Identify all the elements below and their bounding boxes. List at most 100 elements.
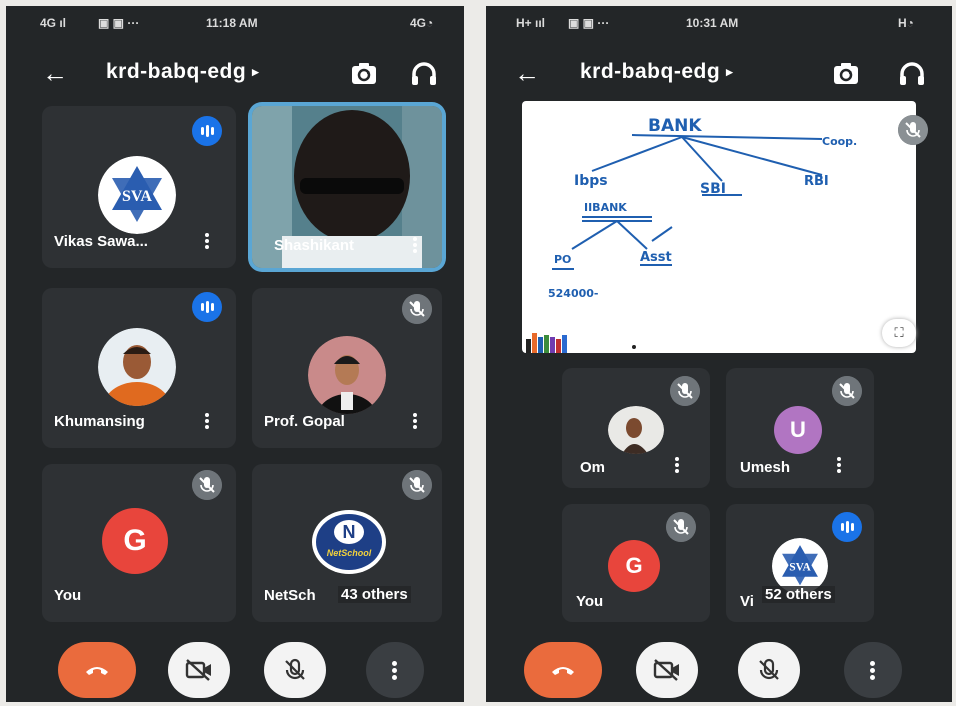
meeting-code[interactable]: krd-babq-edg ▸ [580, 60, 733, 84]
mic-off-icon [832, 376, 862, 406]
more-options-icon[interactable] [412, 412, 418, 432]
participant-name: Umesh [740, 459, 791, 476]
app-bar: ← krd-babq-edg ▸ [6, 50, 464, 98]
meeting-code[interactable]: krd-babq-edg ▸ [106, 60, 259, 84]
svg-text:SVA: SVA [122, 188, 152, 205]
speaking-indicator-icon [192, 292, 222, 322]
participant-name: Prof. Gopal [264, 413, 345, 430]
sva-logo-icon: SVA [98, 156, 176, 234]
fullscreen-icon[interactable]: ⛶ [882, 319, 916, 347]
left-phone-screen: 4G ıl ▣ ▣ ··· 11:18 AM 4G◔ ← krd-babq-ed… [6, 6, 464, 702]
svg-text:SVA: SVA [789, 561, 811, 573]
participant-name: NetSch [264, 587, 316, 604]
others-count[interactable]: 43 others [338, 586, 411, 603]
more-options-icon[interactable] [204, 232, 210, 252]
more-vert-icon [392, 661, 397, 680]
more-options-icon[interactable] [412, 236, 418, 256]
participant-tile[interactable]: Om [562, 368, 710, 488]
mic-off-button[interactable] [264, 642, 326, 698]
network-indicator: 4G ıl [40, 16, 67, 30]
camera-off-button[interactable] [636, 642, 698, 698]
wb-word: IIBANK [584, 201, 627, 214]
mic-off-icon [898, 115, 928, 145]
status-bar: 4G ıl ▣ ▣ ··· 11:18 AM 4G◔ [6, 6, 464, 40]
mic-off-button[interactable] [738, 642, 800, 698]
more-options-button[interactable] [366, 642, 424, 698]
participant-tile[interactable]: Khumansing [42, 288, 236, 448]
battery-indicator: 4G◔ [410, 16, 434, 30]
camera-switch-icon[interactable] [830, 58, 862, 90]
participant-tile-self[interactable]: G You [562, 504, 710, 622]
mic-off-icon [402, 470, 432, 500]
headphones-icon[interactable] [896, 58, 928, 90]
mic-off-icon [192, 470, 222, 500]
clock: 11:18 AM [206, 16, 258, 30]
phone-hangup-icon [552, 667, 574, 675]
participant-tile[interactable]: SVA Vi [726, 504, 874, 622]
battery-indicator: H◔ [898, 16, 914, 30]
participant-tile-active-video[interactable]: Shashikant [252, 106, 442, 268]
avatar-letter: G [608, 540, 660, 592]
more-vert-icon [870, 661, 875, 680]
participant-name: Khumansing [54, 413, 145, 430]
avatar [308, 336, 386, 414]
video-off-icon [653, 659, 679, 681]
more-options-icon[interactable] [674, 456, 680, 476]
more-options-icon[interactable] [836, 456, 842, 476]
wb-word: BANK [648, 116, 702, 136]
more-options-button[interactable] [844, 642, 902, 698]
camera-off-button[interactable] [168, 642, 230, 698]
app-bar: ← krd-babq-edg ▸ [486, 50, 952, 98]
netschool-logo-icon: N NetSchool [312, 510, 386, 574]
participant-tile-self[interactable]: G You [42, 464, 236, 622]
participant-name: You [54, 587, 82, 604]
others-count[interactable]: 52 others [762, 586, 835, 603]
wb-word: Coop. [822, 135, 857, 148]
wb-word: RBI [804, 174, 829, 189]
avatar [98, 328, 176, 406]
participant-tile[interactable]: SVA Vikas Sawa... [42, 106, 236, 268]
video-off-icon [185, 659, 211, 681]
headphones-icon[interactable] [408, 58, 440, 90]
mic-off-icon [402, 294, 432, 324]
participant-name: Om [580, 459, 606, 476]
wb-word: Asst [640, 250, 672, 265]
speaking-indicator-icon [192, 116, 222, 146]
avatar-letter: U [774, 406, 822, 454]
avatar-letter: G [102, 508, 168, 574]
network-indicator: H+ ııl [516, 16, 546, 30]
clock: 10:31 AM [686, 16, 739, 30]
end-call-button[interactable] [524, 642, 602, 698]
mic-off-icon [759, 658, 779, 680]
end-call-button[interactable] [58, 642, 136, 698]
speaking-indicator-icon [832, 512, 862, 542]
participant-tile[interactable]: U Umesh [726, 368, 874, 488]
chevron-right-icon: ▸ [726, 64, 734, 79]
colour-palette[interactable] [526, 333, 567, 353]
chevron-right-icon: ▸ [252, 64, 260, 79]
mic-off-icon [666, 512, 696, 542]
mic-off-icon [670, 376, 700, 406]
notification-icons: ▣ ▣ ··· [98, 16, 140, 30]
wb-word: SBI [700, 181, 726, 197]
wb-word: Ibps [574, 173, 608, 189]
participant-name: Vi [740, 593, 754, 610]
participant-tile[interactable]: Prof. Gopal [252, 288, 442, 448]
participant-name: You [576, 593, 604, 610]
right-phone-screen: H+ ııl ▣ ▣ ··· 10:31 AM H◔ ← krd-babq-ed… [486, 6, 952, 702]
back-arrow-icon[interactable]: ← [42, 60, 68, 86]
camera-switch-icon[interactable] [348, 58, 380, 90]
mic-off-icon [285, 658, 305, 680]
back-arrow-icon[interactable]: ← [514, 60, 540, 86]
participant-name: Vikas Sawa... [54, 233, 148, 250]
status-bar: H+ ııl ▣ ▣ ··· 10:31 AM H◔ [486, 6, 952, 40]
avatar [608, 406, 664, 454]
notification-icons: ▣ ▣ ··· [568, 16, 610, 30]
participant-name: Shashikant [274, 237, 355, 254]
more-options-icon[interactable] [204, 412, 210, 432]
whiteboard-drawing: BANK Coop. Ibps SBI RBI IIBANK PO Asst 5… [526, 116, 857, 353]
shared-whiteboard[interactable]: BANK Coop. Ibps SBI RBI IIBANK PO Asst 5… [522, 101, 928, 353]
wb-word: PO [554, 253, 571, 266]
wb-word: 524000- [548, 287, 599, 300]
phone-hangup-icon [86, 667, 108, 675]
